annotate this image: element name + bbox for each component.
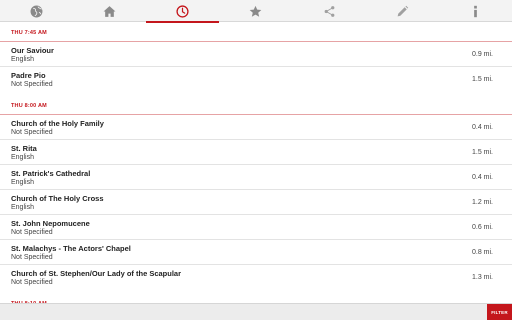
tab-share[interactable] [293,0,366,22]
clock-icon [176,4,189,18]
church-name: Church of St. Stephen/Our Lady of the Sc… [11,269,182,278]
language-label: Not Specified [11,254,53,261]
globe-icon [30,5,43,17]
language-label: Not Specified [11,129,53,136]
list-item[interactable]: Church of the Holy Family Not Specified 0.… [0,115,512,140]
distance-label: 1.5 mi. [471,149,493,156]
bottom-bar: FILTER [0,303,512,320]
pencil-icon [397,5,409,16]
tab-edit[interactable] [366,0,439,22]
language-label: Not Specified [11,229,53,236]
tab-globe[interactable] [0,0,73,22]
language-label: English [11,204,34,211]
list-item[interactable]: St. Rita English 1.5 mi. [0,140,512,165]
tab-bar [0,0,512,23]
distance-label: 1.2 mi. [471,199,493,206]
filter-button[interactable]: FILTER [487,304,512,320]
church-name: St. John Nepomucene [11,219,90,228]
language-label: English [11,56,34,63]
distance-label: 0.8 mi. [471,249,493,256]
distance-label: 1.3 mi. [471,274,493,281]
tab-home[interactable] [73,0,146,22]
share-icon [324,5,334,17]
church-name: St. Malachys - The Actors' Chapel [11,244,131,253]
tab-favorites[interactable] [219,0,292,22]
list-item[interactable]: Church of St. Stephen/Our Lady of the Sc… [0,265,512,290]
distance-label: 0.9 mi. [471,51,493,58]
star-icon [250,5,262,17]
info-icon [474,5,477,17]
home-icon [103,5,116,17]
church-name: Church of The Holy Cross [11,194,104,203]
mass-times-list: THU 7:45 AM Our Saviour English 0.9 mi. Padr… [0,23,512,303]
language-label: English [11,179,34,186]
language-label: Not Specified [11,81,53,88]
section-header: THU 8:10 AM [0,294,512,303]
tab-info[interactable] [439,0,512,22]
distance-label: 0.4 mi. [471,124,493,131]
church-name: Church of the Holy Family [11,119,104,128]
church-name: St. Rita [11,144,37,153]
distance-label: 0.6 mi. [471,224,493,231]
language-label: Not Specified [11,279,53,286]
church-name: Padre Pio [11,71,46,80]
list-item[interactable]: Our Saviour English 0.9 mi. [0,42,512,67]
tab-clock[interactable] [146,0,220,23]
distance-label: 0.4 mi. [471,174,493,181]
list-item[interactable]: Church of The Holy Cross English 1.2 mi. [0,190,512,215]
church-name: Our Saviour [11,46,54,55]
list-item[interactable]: St. Malachys - The Actors' Chapel Not Spe… [0,240,512,265]
language-label: English [11,154,34,161]
section-header: THU 8:00 AM [0,96,512,115]
section-header: THU 7:45 AM [0,23,512,42]
church-name: St. Patrick's Cathedral [11,169,91,178]
list-item[interactable]: St. John Nepomucene Not Specified 0.6 mi. [0,215,512,240]
distance-label: 1.5 mi. [471,76,493,83]
list-item[interactable]: St. Patrick's Cathedral English 0.4 mi. [0,165,512,190]
list-item[interactable]: Padre Pio Not Specified 1.5 mi. [0,67,512,92]
